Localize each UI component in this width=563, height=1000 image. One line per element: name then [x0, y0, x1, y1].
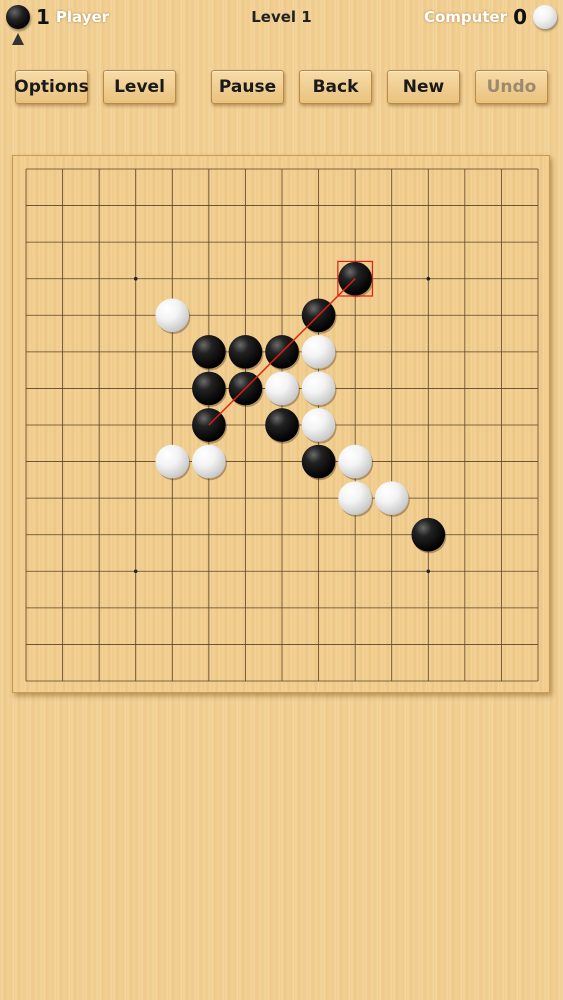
- star-point: [133, 569, 138, 574]
- black-stone: [265, 408, 301, 444]
- white-stone: [192, 444, 227, 481]
- white-stone: [155, 444, 191, 481]
- white-stone: [338, 444, 374, 481]
- black-stone: [301, 444, 337, 481]
- computer-label: Computer: [423, 8, 508, 26]
- white-stone: [265, 371, 301, 408]
- black-stone: [338, 261, 374, 298]
- black-stone: [192, 408, 227, 444]
- stone-body: [338, 444, 372, 479]
- new-game-button[interactable]: New: [387, 70, 460, 104]
- computer-score: 0: [513, 5, 527, 29]
- stone-body: [155, 298, 190, 333]
- star-point: [133, 276, 138, 281]
- stone-body: [411, 517, 446, 552]
- black-stone: [411, 517, 447, 554]
- star-point: [426, 276, 431, 281]
- computer-score-panel: Computer 0: [424, 5, 557, 29]
- stone-body: [374, 481, 409, 515]
- star-point: [426, 569, 431, 574]
- back-button[interactable]: Back: [299, 70, 372, 104]
- stone-body: [301, 444, 336, 479]
- stone-body: [265, 371, 299, 406]
- white-stone: [301, 371, 337, 408]
- black-stone: [301, 298, 337, 334]
- turn-indicator-arrow-icon: [12, 33, 24, 45]
- pause-button[interactable]: Pause: [211, 70, 284, 104]
- white-stone: [301, 335, 337, 371]
- white-stone: [338, 481, 374, 517]
- stone-body: [192, 371, 226, 406]
- white-stone: [374, 481, 410, 517]
- black-stone: [192, 371, 227, 408]
- stone-body: [228, 335, 263, 369]
- level-button[interactable]: Level: [103, 70, 176, 104]
- stone-body: [338, 481, 372, 515]
- stone-body: [301, 408, 336, 442]
- stone-body: [301, 371, 336, 406]
- white-stone-icon: [533, 5, 557, 29]
- black-stone: [192, 335, 227, 371]
- stone-body: [265, 408, 299, 442]
- white-stone: [155, 298, 191, 334]
- board-grid[interactable]: [13, 156, 551, 694]
- black-stone: [228, 335, 264, 371]
- game-board[interactable]: [12, 155, 550, 693]
- options-button[interactable]: Options: [14, 70, 89, 104]
- stone-body: [192, 335, 226, 369]
- white-stone: [301, 408, 337, 444]
- black-stone: [228, 371, 264, 408]
- stone-body: [155, 444, 190, 479]
- stone-body: [301, 335, 336, 369]
- undo-button[interactable]: Undo: [475, 70, 548, 104]
- stone-body: [192, 444, 226, 479]
- black-stone: [265, 335, 301, 371]
